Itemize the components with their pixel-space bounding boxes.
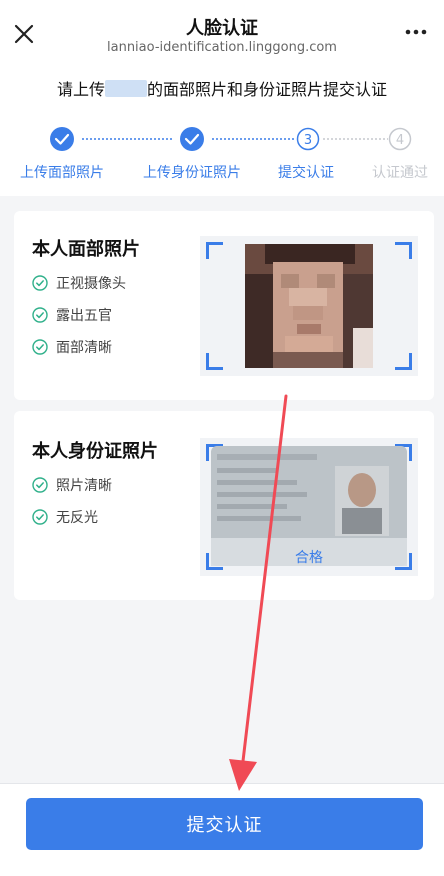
svg-text:3: 3 [304,133,312,148]
step-label-submit: 提交认证 [278,165,334,181]
id-requirement-item: 照片清晰 [32,475,112,495]
title-bar: 人脸认证 lanniao-identification.linggong.com [0,0,444,64]
instruction-text: 请上传 的面部照片和身份证照片提交认证 [0,76,444,100]
step-4-number: 4 [388,127,412,151]
face-requirement-item: 露出五官 [32,305,112,325]
page-title: 人脸认证 [186,18,258,39]
requirement-label: 无反光 [56,510,98,526]
svg-text:4: 4 [396,133,404,148]
step-1-check-icon [50,127,74,151]
step-label-approved: 认证通过 [372,165,428,181]
step-label-upload-id: 上传身份证照片 [143,165,241,181]
instruction-area: 请上传 的面部照片和身份证照片提交认证 3 4 上传面部照片 上传身份证照片 提交… [0,64,444,196]
face-card-title: 本人面部照片 [32,239,140,260]
step-3-number: 3 [296,127,320,151]
check-circle-icon [32,477,48,493]
page-url: lanniao-identification.linggong.com [107,40,337,55]
id-photo-card: 本人身份证照片 照片清晰 无反光 合格 [14,411,434,600]
check-circle-icon [32,307,48,323]
face-photo-card: 本人面部照片 正视摄像头 露出五官 面部清晰 [14,211,434,400]
submit-verification-button[interactable]: 提交认证 [26,798,423,850]
face-photo-image [245,244,373,368]
face-photo-upload[interactable] [200,236,418,376]
id-photo-upload[interactable]: 合格 [200,438,418,576]
instruction-suffix: 的面部照片和身份证照片提交认证 [147,80,388,99]
check-circle-icon [32,509,48,525]
requirement-label: 露出五官 [56,308,112,324]
id-card-title: 本人身份证照片 [32,441,158,462]
requirement-label: 照片清晰 [56,478,112,494]
bottom-action-bar: 提交认证 [0,783,444,876]
instruction-prefix: 请上传 [56,80,105,99]
redacted-name [105,80,147,97]
requirement-label: 正视摄像头 [56,276,126,292]
more-options-icon[interactable] [404,24,428,40]
id-pass-badge: 合格 [295,550,323,566]
check-circle-icon [32,339,48,355]
face-requirement-item: 正视摄像头 [32,273,126,293]
requirement-label: 面部清晰 [56,340,112,356]
id-requirement-item: 无反光 [32,507,98,527]
face-requirement-item: 面部清晰 [32,337,112,357]
step-2-check-icon [180,127,204,151]
check-circle-icon [32,275,48,291]
step-label-upload-face: 上传面部照片 [20,165,104,181]
progress-stepper: 3 4 [50,127,412,151]
